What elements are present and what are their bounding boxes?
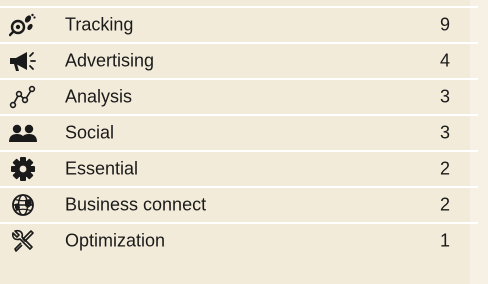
category-list: Tracking 9 Advertising 4 Analysis 3 Soci…: [0, 0, 478, 284]
category-count: 2: [440, 158, 451, 179]
category-label: Social: [65, 122, 115, 143]
category-label: Business connect: [65, 194, 207, 215]
people-icon: [8, 120, 38, 146]
globe-icon: [8, 192, 38, 218]
megaphone-icon: [8, 48, 38, 74]
gear-icon: [8, 156, 38, 182]
footprints-lens-icon: [8, 12, 38, 38]
category-label: Advertising: [65, 50, 155, 71]
list-item-optimization[interactable]: Optimization 1: [0, 222, 478, 258]
category-label: Tracking: [65, 14, 134, 35]
category-count: 1: [440, 230, 451, 251]
list-item-social[interactable]: Social 3: [0, 114, 478, 150]
category-count: 2: [440, 194, 451, 215]
line-graph-icon: [8, 84, 38, 110]
category-count: 3: [440, 122, 451, 143]
list-item-business-connect[interactable]: Business connect 2: [0, 186, 478, 222]
list-item-essential[interactable]: Essential 2: [0, 150, 478, 186]
category-label: Optimization: [65, 230, 166, 251]
list-item-advertising[interactable]: Advertising 4: [0, 42, 478, 78]
tools-icon: [8, 228, 38, 254]
category-count: 9: [440, 14, 451, 35]
category-count: 4: [440, 50, 451, 71]
list-item-tracking[interactable]: Tracking 9: [0, 6, 478, 42]
category-label: Essential: [65, 158, 139, 179]
category-label: Analysis: [65, 86, 133, 107]
list-item-analysis[interactable]: Analysis 3: [0, 78, 478, 114]
category-count: 3: [440, 86, 451, 107]
